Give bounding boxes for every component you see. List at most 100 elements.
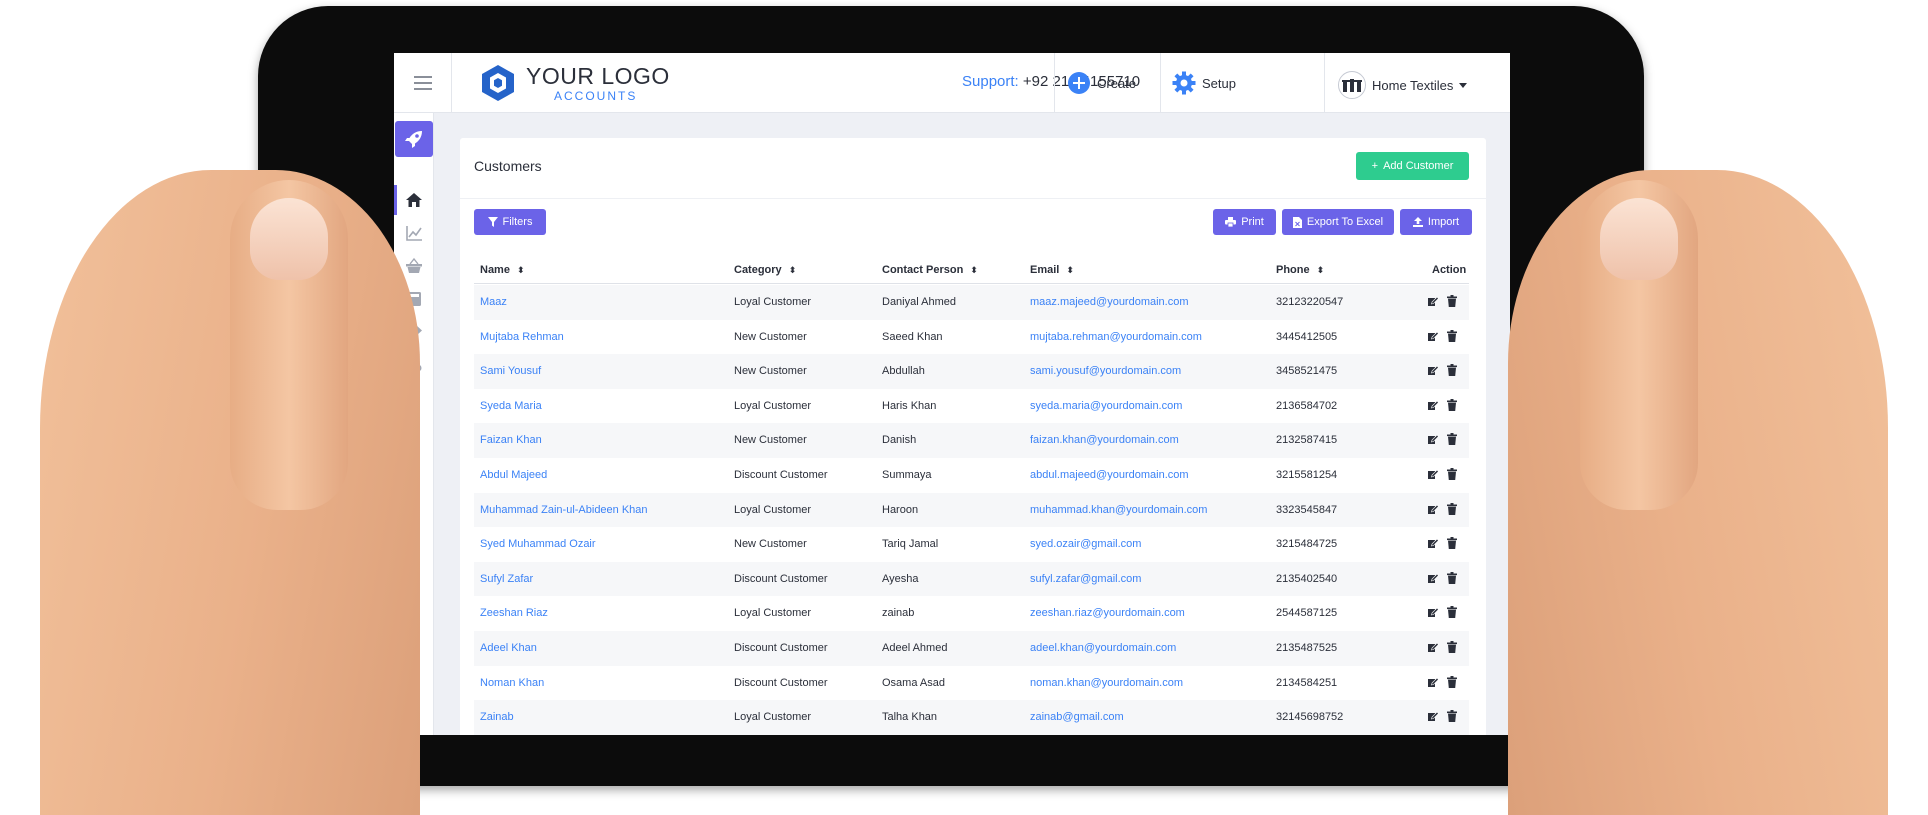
table-row: Noman Khan Discount Customer Osama Asad nom… xyxy=(474,666,1469,701)
customer-name-link[interactable]: Muhammad Zain-ul-Abideen Khan xyxy=(480,504,648,516)
email-link[interactable]: faizan.khan@yourdomain.com xyxy=(1030,434,1179,446)
edit-icon[interactable] xyxy=(1427,295,1439,307)
upload-icon xyxy=(1412,217,1423,227)
sort-icon: ⬍ xyxy=(970,265,978,275)
export-excel-button[interactable]: Export To Excel xyxy=(1282,209,1394,235)
phone-cell: 2136584702 xyxy=(1276,399,1338,412)
right-hand xyxy=(1508,170,1888,815)
app-logo[interactable]: YOUR LOGO ACCOUNTS xyxy=(478,63,670,103)
trash-icon[interactable] xyxy=(1446,398,1458,411)
column-header-phone[interactable]: Phone ⬍ xyxy=(1276,264,1324,276)
home-icon[interactable] xyxy=(405,191,423,209)
chart-line-icon[interactable] xyxy=(405,224,423,242)
trash-icon[interactable] xyxy=(1446,675,1458,688)
customer-name-link[interactable]: Sufyl Zafar xyxy=(480,573,533,585)
import-button[interactable]: Import xyxy=(1400,209,1472,235)
trash-icon[interactable] xyxy=(1446,571,1458,584)
edit-icon[interactable] xyxy=(1427,503,1439,515)
column-header-email[interactable]: Email ⬍ xyxy=(1030,264,1074,276)
customer-name-link[interactable]: Zeeshan Riaz xyxy=(480,607,548,619)
logo-main-text: YOUR LOGO xyxy=(526,62,670,89)
table-row: Sami Yousuf New Customer Abdullah sami.yous… xyxy=(474,354,1469,389)
import-label: Import xyxy=(1427,216,1460,228)
edit-icon[interactable] xyxy=(1427,433,1439,445)
column-header-category[interactable]: Category ⬍ xyxy=(734,264,796,276)
setup-button[interactable]: Setup xyxy=(1172,71,1236,95)
contact-person-cell: Ayesha xyxy=(882,572,919,585)
contact-person-cell: Talha Khan xyxy=(882,711,938,724)
email-link[interactable]: noman.khan@yourdomain.com xyxy=(1030,677,1183,689)
sidebar-item-launch[interactable] xyxy=(395,121,433,157)
customer-name-link[interactable]: Syeda Maria xyxy=(480,400,542,412)
trash-icon[interactable] xyxy=(1446,468,1458,480)
table-row: Muhammad Zain-ul-Abideen Khan Loyal Custo… xyxy=(474,492,1469,528)
phone-cell: 3323545847 xyxy=(1276,503,1338,516)
basket-icon[interactable] xyxy=(405,257,423,275)
email-link[interactable]: adeel.khan@yourdomain.com xyxy=(1030,642,1176,654)
email-link[interactable]: zeeshan.riaz@yourdomain.com xyxy=(1030,607,1185,619)
menu-toggle-button[interactable] xyxy=(394,53,452,113)
customer-name-link[interactable]: Noman Khan xyxy=(480,677,544,689)
trash-icon[interactable] xyxy=(1446,710,1458,723)
create-button[interactable]: Create xyxy=(1067,71,1136,95)
contact-person-cell: Osama Asad xyxy=(882,676,945,689)
email-link[interactable]: sufyl.zafar@gmail.com xyxy=(1030,573,1141,585)
email-link[interactable]: muhammad.khan@yourdomain.com xyxy=(1030,504,1207,516)
contact-person-cell: Summaya xyxy=(882,469,932,481)
customer-name-link[interactable]: Syed Muhammad Ozair xyxy=(480,538,596,550)
phone-cell: 3215581254 xyxy=(1276,469,1338,481)
thumbnail xyxy=(250,198,328,280)
customer-name-link[interactable]: Maaz xyxy=(480,296,507,308)
category-cell: New Customer xyxy=(734,538,807,551)
add-customer-button[interactable]: + Add Customer xyxy=(1356,152,1469,180)
trash-icon[interactable] xyxy=(1446,537,1458,550)
email-link[interactable]: abdul.majeed@yourdomain.com xyxy=(1030,469,1189,481)
email-link[interactable]: maaz.majeed@yourdomain.com xyxy=(1030,296,1189,308)
edit-icon[interactable] xyxy=(1427,330,1439,342)
edit-icon[interactable] xyxy=(1427,399,1439,411)
email-link[interactable]: sami.yousuf@yourdomain.com xyxy=(1030,365,1181,377)
column-header-contact-person[interactable]: Contact Person ⬍ xyxy=(882,264,978,276)
edit-icon[interactable] xyxy=(1427,364,1439,376)
edit-icon[interactable] xyxy=(1427,537,1439,549)
email-link[interactable]: syeda.maria@yourdomain.com xyxy=(1030,400,1182,412)
edit-icon[interactable] xyxy=(1427,641,1439,653)
trash-icon[interactable] xyxy=(1446,433,1458,446)
print-button[interactable]: Print xyxy=(1213,209,1276,235)
gear-icon xyxy=(1172,71,1196,95)
company-logo-icon xyxy=(1342,79,1362,92)
filters-button[interactable]: Filters xyxy=(474,209,546,235)
phone-cell: 3458521475 xyxy=(1276,365,1338,378)
email-link[interactable]: zainab@gmail.com xyxy=(1030,711,1124,723)
customer-name-link[interactable]: Adeel Khan xyxy=(480,642,537,654)
customer-name-link[interactable]: Faizan Khan xyxy=(480,434,542,446)
trash-icon[interactable] xyxy=(1446,329,1458,342)
trash-icon[interactable] xyxy=(1446,606,1458,619)
edit-icon[interactable] xyxy=(1427,468,1439,480)
category-cell: Loyal Customer xyxy=(734,399,812,412)
edit-icon[interactable] xyxy=(1427,572,1439,584)
edit-icon[interactable] xyxy=(1427,606,1439,618)
category-cell: Discount Customer xyxy=(734,572,828,585)
table-row: Faizan Khan New Customer Danish faizan.khan… xyxy=(474,423,1469,458)
customer-name-link[interactable]: Abdul Majeed xyxy=(480,469,547,481)
column-header-name[interactable]: Name ⬍ xyxy=(480,264,525,276)
trash-icon[interactable] xyxy=(1446,364,1458,377)
company-selector[interactable]: Home Textiles xyxy=(1338,71,1468,99)
customer-name-link[interactable]: Mujtaba Rehman xyxy=(480,331,564,343)
customer-name-link[interactable]: Zainab xyxy=(480,711,514,723)
customer-name-link[interactable]: Sami Yousuf xyxy=(480,365,541,377)
email-link[interactable]: mujtaba.rehman@yourdomain.com xyxy=(1030,331,1202,343)
plus-icon: + xyxy=(1371,160,1379,172)
trash-icon[interactable] xyxy=(1446,295,1458,307)
trash-icon[interactable] xyxy=(1446,641,1458,653)
edit-icon[interactable] xyxy=(1427,710,1439,722)
email-link[interactable]: syed.ozair@gmail.com xyxy=(1030,538,1141,550)
edit-icon[interactable] xyxy=(1427,676,1439,688)
phone-cell: 3445412505 xyxy=(1276,330,1338,343)
category-cell: Loyal Customer xyxy=(734,503,812,516)
trash-icon[interactable] xyxy=(1446,502,1458,515)
contact-person-cell: Haroon xyxy=(882,503,919,516)
contact-person-cell: Adeel Ahmed xyxy=(882,642,948,654)
file-excel-icon xyxy=(1292,216,1302,228)
